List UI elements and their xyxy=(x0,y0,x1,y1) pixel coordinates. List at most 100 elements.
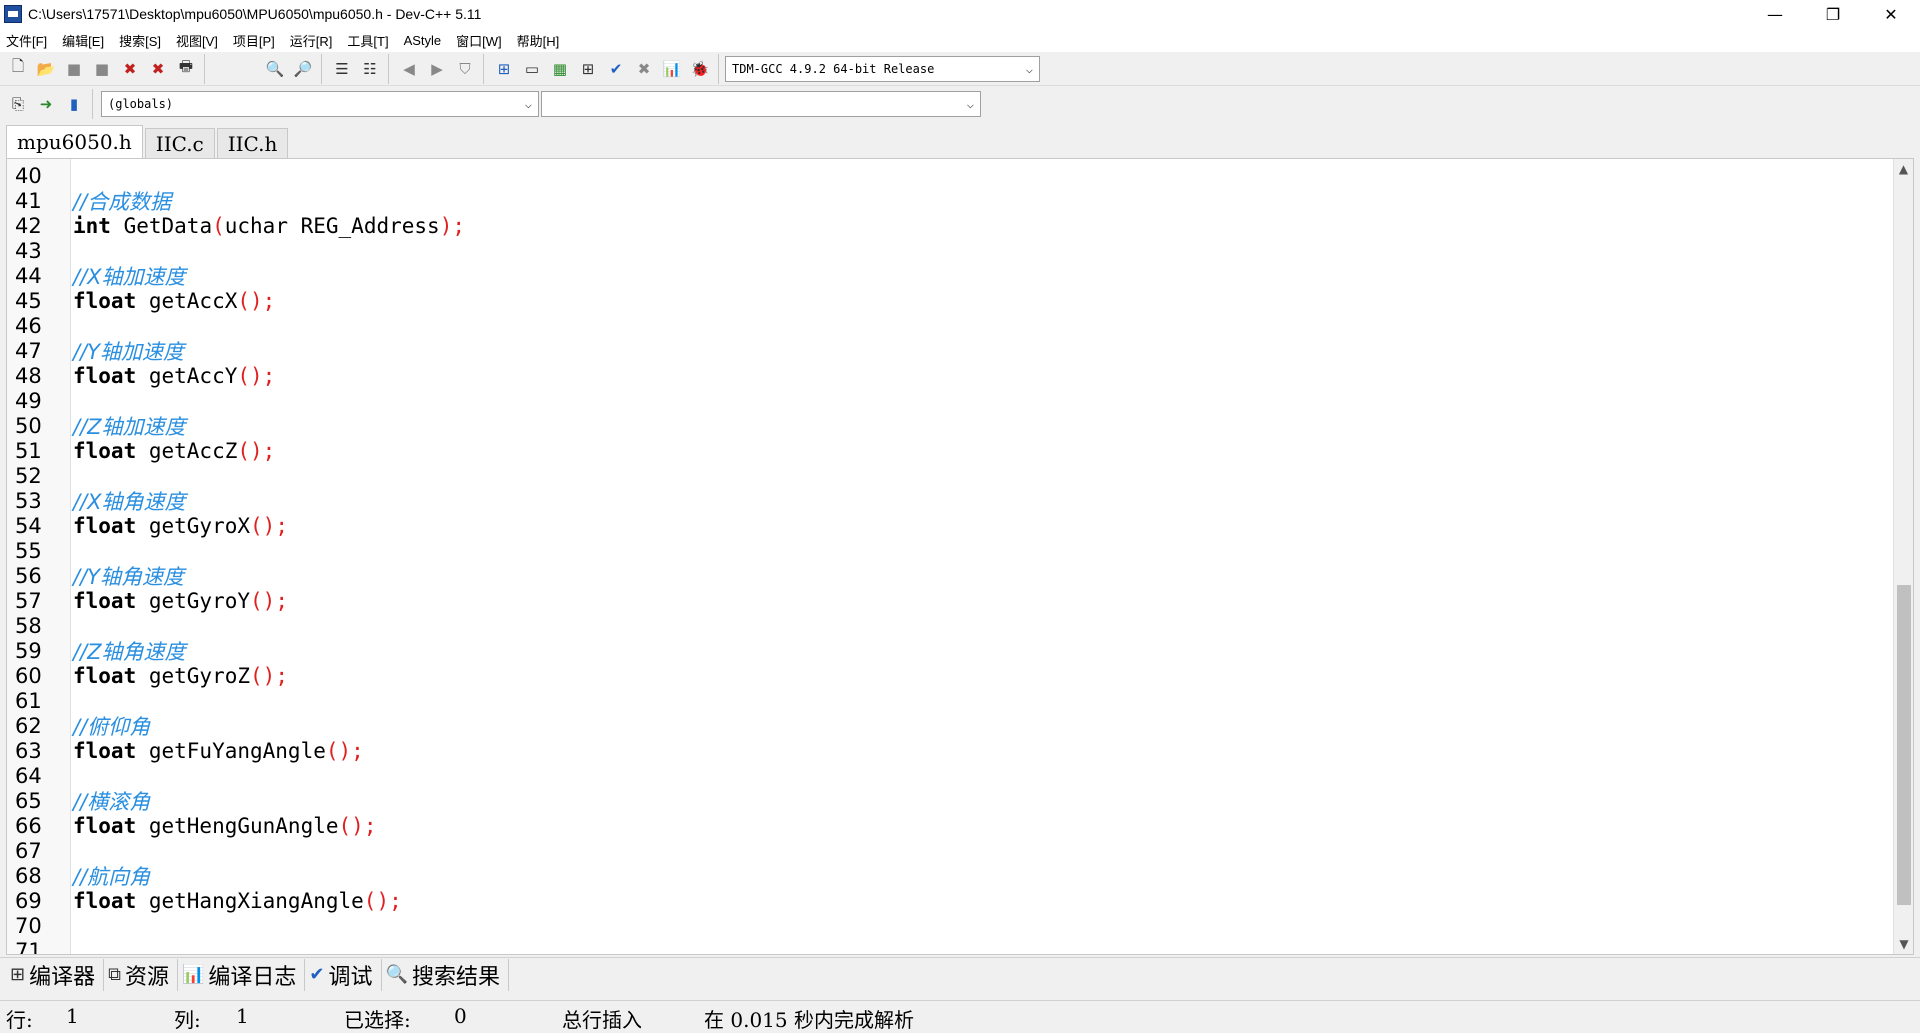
stop-icon[interactable]: ✖ xyxy=(631,56,657,82)
compiler-select[interactable]: TDM-GCC 4.9.2 64-bit Release ⌵ xyxy=(725,55,1040,82)
toggle-bookmark-icon[interactable]: ▮ xyxy=(61,91,87,117)
debug-run-icon[interactable]: 🐞 xyxy=(687,56,713,82)
code-line[interactable]: 48 float getAccY(); xyxy=(7,363,465,388)
code-line[interactable]: 50 //Z轴加速度 xyxy=(7,413,465,439)
close-all-icon[interactable]: ✖ xyxy=(145,56,171,82)
code-line[interactable]: 51 float getAccZ(); xyxy=(7,438,465,463)
code-line[interactable]: 53 //X轴角速度 xyxy=(7,486,465,516)
line-number: 62 xyxy=(15,713,42,738)
code-keyword: float xyxy=(73,363,137,388)
code-line[interactable]: 69 float getHangXiangAngle(); xyxy=(7,888,465,913)
open-paren: ( xyxy=(237,438,251,463)
class-browser-icon[interactable]: ▦ xyxy=(547,56,573,82)
code-line[interactable]: 42 int GetData(uchar REG_Address); xyxy=(7,213,465,238)
restore-button[interactable]: ❐ xyxy=(1804,0,1862,28)
code-text: //X轴角速度 xyxy=(43,486,186,516)
chevron-down-icon: ⌵ xyxy=(966,97,974,111)
tab-debug[interactable]: ✔ 调试 xyxy=(305,958,382,991)
line-number: 61 xyxy=(15,688,42,713)
code-line[interactable]: 44 //X轴加速度 xyxy=(7,263,465,289)
code-line[interactable]: 40 xyxy=(7,163,465,188)
code-line[interactable]: 58 xyxy=(7,613,465,638)
code-editor[interactable]: 40 41//合成数据 42 int GetData(uchar REG_Addres… xyxy=(6,158,1914,955)
code-line[interactable]: 67 xyxy=(7,838,465,863)
save-all-icon[interactable]: ■ xyxy=(89,56,115,82)
goto-icon[interactable]: ➜ xyxy=(33,91,59,117)
code-line[interactable]: 60 float getGyroZ(); xyxy=(7,663,465,688)
find-icon[interactable]: 🔍 xyxy=(262,56,288,82)
code-line[interactable]: 65 //横滚角 xyxy=(7,788,465,814)
menu-edit[interactable]: 编辑[E] xyxy=(62,31,104,50)
code-line[interactable]: 45 float getAccX(); xyxy=(7,288,465,313)
scroll-up-icon[interactable]: ▲ xyxy=(1894,159,1913,179)
back-icon[interactable]: ◀ xyxy=(396,56,422,82)
code-line[interactable]: 57 float getGyroY(); xyxy=(7,588,465,613)
code-line[interactable]: 41 //合成数据 xyxy=(7,188,465,214)
print-icon[interactable]: 🖶 xyxy=(173,56,199,82)
menu-file[interactable]: 文件[F] xyxy=(6,31,47,50)
window-icon[interactable]: ▭ xyxy=(519,56,545,82)
profile-icon[interactable]: 📊 xyxy=(659,56,685,82)
new-project-icon[interactable]: ⊞ xyxy=(491,56,517,82)
code-line[interactable]: 63 float getFuYangAngle(); xyxy=(7,738,465,763)
code-line[interactable]: 46 xyxy=(7,313,465,338)
tab-compiler-label: 编译器 xyxy=(29,964,96,990)
code-line[interactable]: 52 xyxy=(7,463,465,488)
code-area: 40 41//合成数据 42 int GetData(uchar REG_Addres… xyxy=(7,163,465,955)
open-file-icon[interactable]: 📂 xyxy=(33,56,59,82)
code-line[interactable]: 62 //俯仰角 xyxy=(7,713,465,739)
code-line[interactable]: 71 xyxy=(7,938,465,955)
devcpp-app-icon[interactable] xyxy=(4,5,22,23)
line-number: 56 xyxy=(15,563,42,588)
check-syntax-icon[interactable]: ✔ xyxy=(603,56,629,82)
menu-astyle[interactable]: AStyle xyxy=(404,33,442,48)
scroll-thumb[interactable] xyxy=(1897,585,1911,905)
minimize-button[interactable]: — xyxy=(1746,0,1804,28)
close-file-icon[interactable]: ✖ xyxy=(117,56,143,82)
bookmark-icon[interactable]: ⛉ xyxy=(452,56,478,82)
menu-search[interactable]: 搜索[S] xyxy=(119,31,161,50)
replace-icon[interactable]: 🔎 xyxy=(290,56,316,82)
code-function-name: getGyroX xyxy=(136,513,251,538)
tab-compiler[interactable]: ⊞ 编译器 xyxy=(6,958,105,991)
scope-select[interactable]: (globals) ⌵ xyxy=(101,91,539,117)
tab-compile-log[interactable]: 📊 编译日志 xyxy=(178,958,306,991)
tab-search-results[interactable]: 🔍 搜索结果 xyxy=(382,958,509,991)
insert-icon[interactable]: ⎘ xyxy=(5,91,31,117)
code-line[interactable]: 47 //Y轴加速度 xyxy=(7,338,465,364)
code-line[interactable]: 66 float getHengGunAngle(); xyxy=(7,813,465,838)
menu-window[interactable]: 窗口[W] xyxy=(456,31,502,50)
code-line[interactable]: 61 xyxy=(7,688,465,713)
layout-icon[interactable]: ⊞ xyxy=(575,56,601,82)
code-line[interactable]: 56 //Y轴角速度 xyxy=(7,563,465,589)
tab-resources[interactable]: ⧉ 资源 xyxy=(104,958,178,991)
code-line[interactable]: 70 xyxy=(7,913,465,938)
code-line[interactable]: 64 xyxy=(7,763,465,788)
tab-iic-h[interactable]: IIC.h xyxy=(216,128,289,158)
close-button[interactable]: ✕ xyxy=(1862,0,1920,28)
code-line[interactable]: 49 xyxy=(7,388,465,413)
indent-icon[interactable]: ☰ xyxy=(329,56,355,82)
code-comment: //X轴加速度 xyxy=(73,264,186,289)
tab-iic-c[interactable]: IIC.c xyxy=(144,128,215,158)
code-line[interactable]: 59 //Z轴角速度 xyxy=(7,638,465,664)
scroll-down-icon[interactable]: ▼ xyxy=(1894,934,1913,954)
menu-view[interactable]: 视图[V] xyxy=(176,31,218,50)
open-paren: ( xyxy=(325,738,339,763)
line-number: 60 xyxy=(15,663,42,688)
unindent-icon[interactable]: ☷ xyxy=(357,56,383,82)
code-line[interactable]: 68 //航向角 xyxy=(7,863,465,889)
vertical-scrollbar[interactable]: ▲ ▼ xyxy=(1893,159,1913,954)
symbol-select[interactable]: ⌵ xyxy=(541,91,981,117)
menu-help[interactable]: 帮助[H] xyxy=(517,31,560,50)
new-file-icon[interactable]: 🗋 xyxy=(5,56,31,82)
tab-mpu6050-h[interactable]: mpu6050.h xyxy=(6,125,143,158)
forward-icon[interactable]: ▶ xyxy=(424,56,450,82)
code-line[interactable]: 43 xyxy=(7,238,465,263)
code-line[interactable]: 54 float getGyroX(); xyxy=(7,513,465,538)
code-line[interactable]: 55 xyxy=(7,538,465,563)
menu-tools[interactable]: 工具[T] xyxy=(347,31,388,50)
menu-run[interactable]: 运行[R] xyxy=(290,31,333,50)
save-icon[interactable]: ■ xyxy=(61,56,87,82)
menu-project[interactable]: 项目[P] xyxy=(233,31,275,50)
